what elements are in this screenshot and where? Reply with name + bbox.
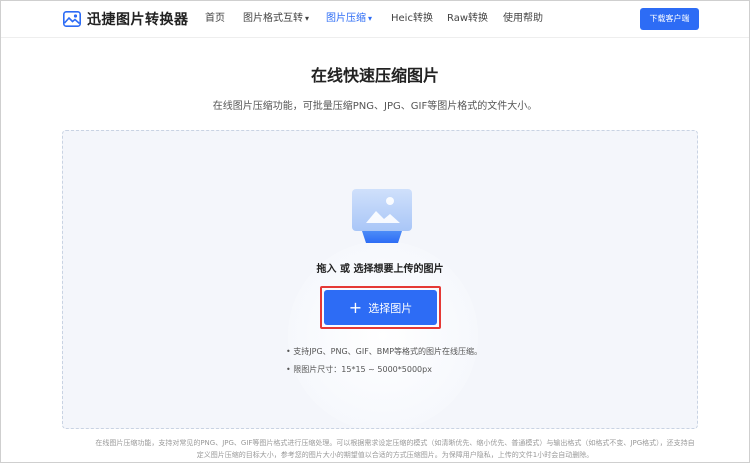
chevron-down-icon: ▾ [368,14,373,23]
plus-icon: + [348,297,363,317]
nav-item-home[interactable]: 首页 [205,1,225,37]
nav-item-raw[interactable]: Raw转换 [447,1,488,37]
logo-text: 迅捷图片转换器 [87,12,189,28]
nav-item-heic[interactable]: Heic转换 [391,1,433,37]
select-image-button[interactable]: + 选择图片 [324,290,437,325]
upload-prompt: 拖入 或 选择想要上传的图片 [316,264,444,275]
download-client-button[interactable]: 下载客户端 [640,8,699,30]
nav-label: 首页 [205,13,225,24]
image-icon [63,11,81,27]
page-subtitle: 在线图片压缩功能，可批量压缩PNG、JPG、GIF等图片格式的文件大小。 [212,101,538,112]
footer-description: 在线图片压缩功能，支持对常见的PNG、JPG、GIF等图片格式进行压缩处理。可以… [95,439,695,459]
select-image-label: 选择图片 [368,301,413,315]
logo[interactable]: 迅捷图片转换器 [63,9,189,29]
upload-dropzone[interactable]: 拖入 或 选择想要上传的图片 + 选择图片 • 支持JPG、PNG、GIF、BM… [62,130,698,429]
image-upload-icon [352,189,412,243]
size-hint: • 限图片尺寸：15*15 ~ 5000*5000px [286,365,432,374]
nav-label: 图片压缩 [326,13,366,24]
nav-label: Heic转换 [391,13,433,24]
nav-item-format-convert[interactable]: 图片格式互转 ▾ [243,1,309,37]
page-title: 在线快速压缩图片 [310,66,439,85]
chevron-down-icon: ▾ [305,14,310,23]
nav-label: 使用帮助 [503,13,543,24]
top-header: 迅捷图片转换器 首页 图片格式互转 ▾ 图片压缩 ▾ Heic转换 Raw转换 使用… [1,1,749,38]
nav-label: 图片格式互转 [243,13,303,24]
format-hint: • 支持JPG、PNG、GIF、BMP等格式的图片在线压缩。 [286,347,483,356]
nav-item-help[interactable]: 使用帮助 [503,1,543,37]
nav-item-image-compress[interactable]: 图片压缩 ▾ [326,1,372,37]
nav-label: Raw转换 [447,13,489,24]
